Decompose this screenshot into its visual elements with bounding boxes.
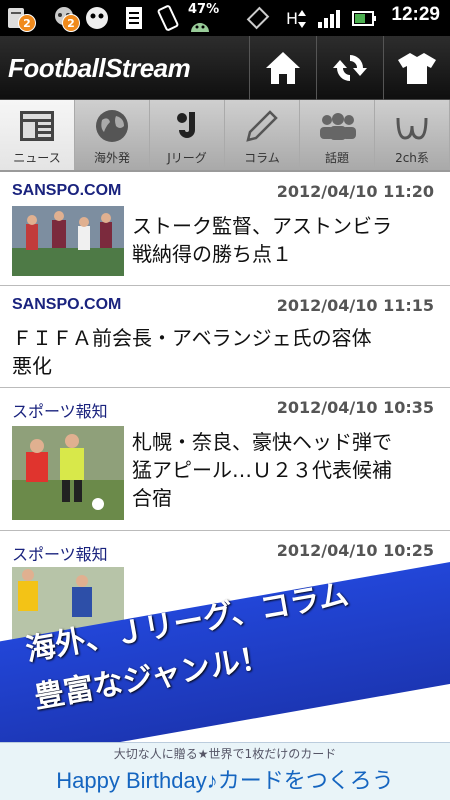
news-headline: ＦＩＦＡ前会長・アベランジェ氏の容体 悪化 (12, 324, 372, 380)
phone-icon (154, 4, 182, 32)
news-thumbnail (12, 206, 124, 276)
tab-column[interactable]: コラム (225, 100, 300, 170)
tab-label: ニュース (13, 151, 61, 165)
team-button[interactable] (383, 36, 450, 100)
notification-badge: 2 (62, 14, 80, 32)
headline-line: ストーク監督、アストンビラ (132, 214, 392, 238)
refresh-button[interactable] (316, 36, 383, 100)
tab-jleague[interactable]: Jリーグ (150, 100, 225, 170)
tab-label: 話題 (324, 151, 349, 165)
home-icon (266, 52, 300, 84)
ad-text: Happy Birthday♪カードをつくろう (56, 768, 394, 793)
newspaper-icon (17, 106, 57, 146)
tab-topics[interactable]: 話題 (300, 100, 375, 170)
news-source: SANSPO.COM (12, 296, 122, 313)
tab-label: 2ch系 (395, 151, 429, 165)
news-source: SANSPO.COM (12, 182, 122, 199)
headline-line: 猛アピール…Ｕ２３代表候補 (132, 458, 392, 482)
notification-icon: 2 (4, 4, 36, 32)
app-notification-icon (82, 4, 110, 32)
battery-icon (350, 4, 378, 32)
news-datetime: 2012/04/10 11:20 (276, 182, 434, 201)
ad-banner[interactable]: 大切な人に贈る★世界で1枚だけのカード Happy Birthday♪カードをつ… (0, 742, 450, 800)
headline-line: 札幌・奈良、豪快ヘッド弾で (132, 430, 392, 454)
notification-icon: 2 (50, 4, 80, 32)
data-transfer-icon: H (282, 4, 310, 32)
signal-icon (314, 4, 342, 32)
news-source: スポーツ報知 (12, 545, 108, 564)
category-tabs: ニュース 海外発 Jリーグ コラム 話題 2ch系 (0, 100, 450, 172)
news-item[interactable]: SANSPO.COM 2012/04/10 11:20 ストーク監督、アストンビ… (0, 172, 450, 286)
clock: 12:29 (391, 4, 440, 25)
headline-line: 戦納得の勝ち点１ (132, 242, 292, 266)
news-source: スポーツ報知 (12, 402, 108, 421)
app-header: FootballStream (0, 36, 450, 100)
tab-2ch[interactable]: 2ch系 (375, 100, 450, 170)
pencil-icon (242, 106, 282, 146)
jersey-icon (398, 53, 436, 84)
status-bar: 2 2 47% H 12:29 (0, 0, 450, 36)
news-headline: 札幌・奈良、豪快ヘッド弾で 猛アピール…Ｕ２３代表候補 合宿 (132, 428, 392, 512)
home-button[interactable] (249, 36, 316, 100)
tab-overseas[interactable]: 海外発 (75, 100, 150, 170)
tab-label: コラム (244, 151, 280, 165)
headline-line: 合宿 (132, 486, 172, 510)
battery-percent: 47% (188, 2, 220, 17)
headline-line: ＦＩＦＡ前会長・アベランジェ氏の容体 (12, 326, 372, 350)
news-headline: ストーク監督、アストンビラ 戦納得の勝ち点１ (132, 212, 392, 268)
tab-label: Jリーグ (167, 151, 207, 165)
news-item[interactable]: SANSPO.COM 2012/04/10 11:15 ＦＩＦＡ前会長・アベラン… (0, 286, 450, 388)
clipboard-icon (120, 4, 148, 32)
app-logo: FootballStream (8, 53, 191, 83)
svg-text:H: H (286, 9, 298, 28)
refresh-icon (333, 55, 367, 81)
news-datetime: 2012/04/10 11:15 (276, 296, 434, 315)
omega-icon (392, 106, 432, 146)
globe-icon (92, 106, 132, 146)
news-datetime: 2012/04/10 10:25 (276, 541, 434, 560)
news-thumbnail (12, 426, 124, 520)
headline-line: 悪化 (12, 354, 52, 378)
news-datetime: 2012/04/10 10:35 (276, 398, 434, 417)
android-icon (188, 16, 212, 34)
tab-news[interactable]: ニュース (0, 100, 75, 170)
news-item[interactable]: スポーツ報知 2012/04/10 10:35 札幌・奈良、豪快ヘッド弾で 猛ア… (0, 388, 450, 531)
people-icon (317, 106, 357, 146)
ad-subtext: 大切な人に贈る★世界で1枚だけのカード (113, 747, 337, 761)
notification-badge: 2 (18, 14, 36, 32)
tab-label: 海外発 (93, 151, 130, 165)
jleague-icon (167, 106, 207, 146)
rotate-icon (244, 4, 272, 32)
